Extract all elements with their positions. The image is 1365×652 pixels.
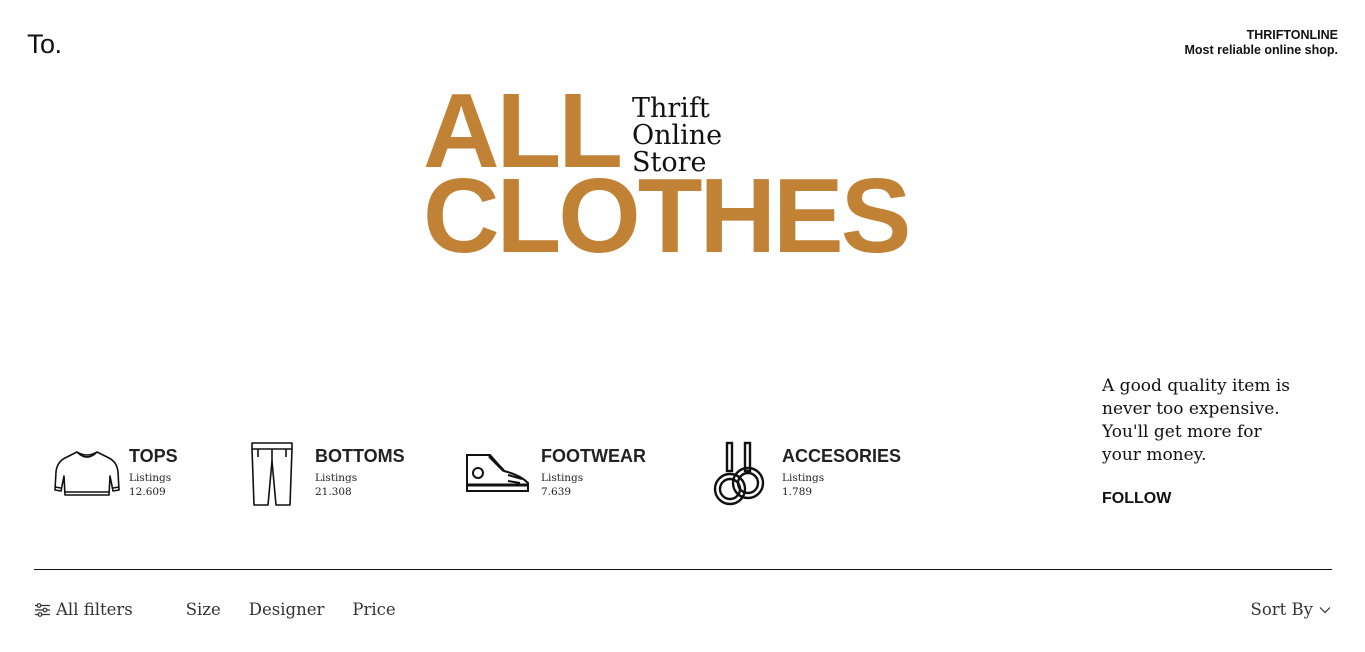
pants-icon: [251, 442, 293, 506]
quote-line: A good quality item is: [1102, 376, 1291, 396]
hero-title-line-2: CLOTHES: [423, 157, 911, 275]
sort-dropdown[interactable]: Sort By: [1251, 600, 1331, 619]
listings-count: 7.639: [541, 486, 572, 498]
listings-label: Listings: [315, 472, 358, 484]
category-title: BOTTOMS: [315, 446, 405, 466]
chevron-down-icon: [1319, 606, 1331, 613]
hero-subtitle-line-2: Online: [632, 120, 723, 151]
filter-price[interactable]: Price: [352, 600, 395, 619]
listings-count: 1.789: [782, 486, 813, 498]
quote-line: never too expensive.: [1102, 399, 1280, 419]
category-title: TOPS: [129, 446, 178, 466]
filter-size[interactable]: Size: [186, 600, 221, 619]
filter-designer[interactable]: Designer: [249, 600, 325, 619]
section-divider: [34, 569, 1332, 570]
sneaker-icon: [466, 454, 529, 492]
listings-count: 21.308: [315, 486, 352, 498]
follow-button[interactable]: FOLLOW: [1102, 490, 1171, 508]
category-footwear[interactable]: FOOTWEAR Listings 7.639: [464, 438, 646, 510]
all-filters-label: All filters: [56, 600, 133, 619]
sort-label: Sort By: [1250, 600, 1313, 619]
listings-label: Listings: [541, 472, 584, 484]
quote-line: your money.: [1102, 445, 1207, 465]
category-tops[interactable]: TOPS Listings 12.609: [53, 438, 178, 510]
category-bottoms[interactable]: BOTTOMS Listings 21.308: [250, 438, 405, 510]
all-filters-button[interactable]: All filters: [34, 600, 133, 619]
category-accesories[interactable]: ACCESORIES Listings 1.789: [711, 438, 901, 510]
filter-bar: All filters Size Designer Price: [34, 600, 396, 619]
brand-block: THRIFTONLINE Most reliable online shop.: [1185, 28, 1339, 58]
sweater-icon: [54, 451, 120, 496]
listings-count: 12.609: [129, 486, 166, 498]
listings-label: Listings: [782, 472, 825, 484]
promo-quote: A good quality item is never too expensi…: [1102, 375, 1312, 467]
site-logo[interactable]: To.: [27, 29, 62, 60]
category-title: ACCESORIES: [782, 446, 902, 466]
quote-line: You'll get more for: [1102, 422, 1262, 442]
rings-icon: [713, 441, 765, 506]
brand-tagline: Most reliable online shop.: [1184, 43, 1339, 57]
hero-subtitle-line-1: Thrift: [632, 93, 710, 124]
sliders-icon: [35, 602, 50, 617]
brand-name: THRIFTONLINE: [1246, 28, 1338, 42]
listings-label: Listings: [129, 472, 172, 484]
category-title: FOOTWEAR: [541, 446, 646, 466]
